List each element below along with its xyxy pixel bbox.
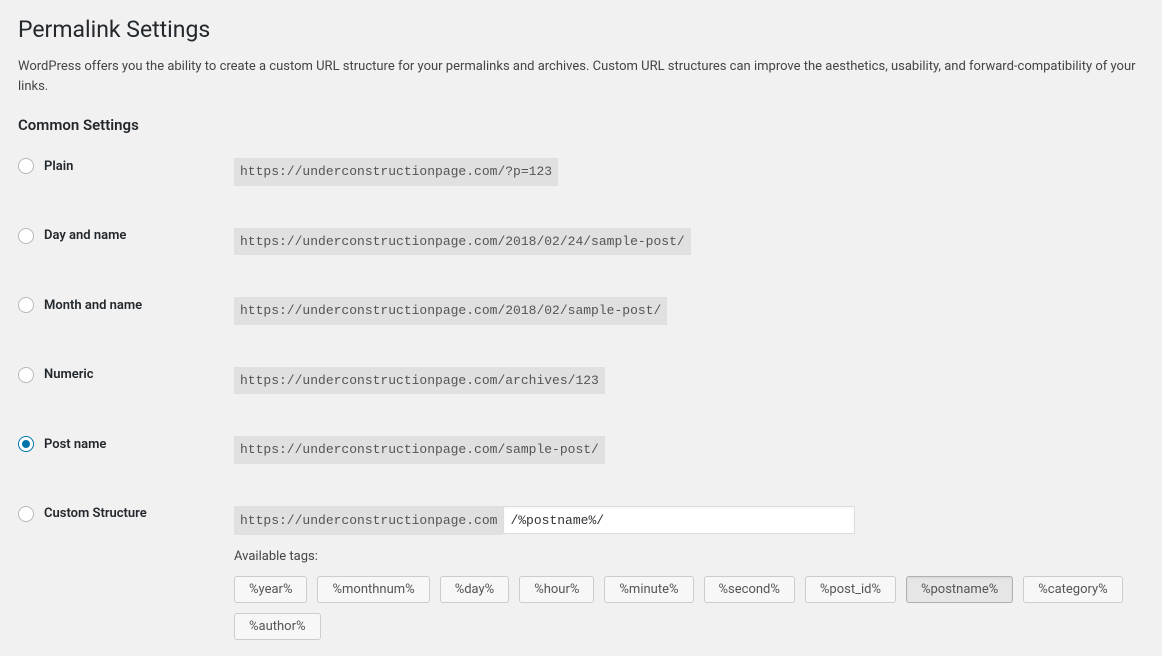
tag-button-author[interactable]: %author%: [234, 613, 321, 640]
tag-button-monthnum[interactable]: %monthnum%: [317, 576, 429, 603]
label-numeric[interactable]: Numeric: [44, 367, 94, 382]
tag-button-post_id[interactable]: %post_id%: [805, 576, 896, 603]
page-title: Permalink Settings: [18, 16, 1144, 43]
radio-post-name[interactable]: [18, 436, 34, 452]
option-post-name-value: https://underconstructionpage.com/sample…: [234, 436, 1144, 464]
tag-buttons: %year% %monthnum% %day% %hour% %minute% %seco…: [234, 576, 1144, 640]
radio-day-name[interactable]: [18, 228, 34, 244]
custom-structure-input[interactable]: [503, 506, 855, 534]
option-month-name-label-cell: Month and name: [18, 297, 234, 313]
tag-button-hour[interactable]: %hour%: [519, 576, 594, 603]
option-post-name: Post name https://underconstructionpage.…: [18, 436, 1144, 464]
common-settings-heading: Common Settings: [18, 116, 1144, 134]
example-post-name: https://underconstructionpage.com/sample…: [234, 436, 605, 464]
option-numeric-value: https://underconstructionpage.com/archiv…: [234, 367, 1144, 395]
radio-custom[interactable]: [18, 506, 34, 522]
option-numeric-label-cell: Numeric: [18, 367, 234, 383]
example-numeric: https://underconstructionpage.com/archiv…: [234, 367, 605, 395]
radio-month-name[interactable]: [18, 297, 34, 313]
option-custom-value: https://underconstructionpage.com Availa…: [234, 506, 1144, 641]
tag-button-category[interactable]: %category%: [1023, 576, 1122, 603]
option-day-name-label-cell: Day and name: [18, 228, 234, 244]
label-day-name[interactable]: Day and name: [44, 228, 126, 243]
option-plain: Plain https://underconstructionpage.com/…: [18, 158, 1144, 186]
example-plain: https://underconstructionpage.com/?p=123: [234, 158, 558, 186]
option-day-name-value: https://underconstructionpage.com/2018/0…: [234, 228, 1144, 256]
option-custom-label-cell: Custom Structure: [18, 506, 234, 522]
tag-button-day[interactable]: %day%: [440, 576, 510, 603]
tag-button-year[interactable]: %year%: [234, 576, 307, 603]
label-post-name[interactable]: Post name: [44, 437, 106, 452]
custom-base-url: https://underconstructionpage.com: [234, 506, 503, 536]
custom-structure-row: https://underconstructionpage.com: [234, 506, 1144, 536]
label-custom[interactable]: Custom Structure: [44, 506, 147, 521]
option-day-name: Day and name https://underconstructionpa…: [18, 228, 1144, 256]
label-month-name[interactable]: Month and name: [44, 298, 142, 313]
tag-button-postname[interactable]: %postname%: [906, 576, 1013, 603]
option-post-name-label-cell: Post name: [18, 436, 234, 452]
tag-button-minute[interactable]: %minute%: [604, 576, 693, 603]
label-plain[interactable]: Plain: [44, 159, 73, 174]
example-day-name: https://underconstructionpage.com/2018/0…: [234, 228, 691, 256]
permalink-options: Plain https://underconstructionpage.com/…: [18, 158, 1144, 640]
available-tags-label: Available tags:: [234, 549, 1144, 564]
option-plain-label-cell: Plain: [18, 158, 234, 174]
option-month-name: Month and name https://underconstruction…: [18, 297, 1144, 325]
tag-button-second[interactable]: %second%: [704, 576, 795, 603]
option-numeric: Numeric https://underconstructionpage.co…: [18, 367, 1144, 395]
page-description: WordPress offers you the ability to crea…: [18, 57, 1144, 96]
example-month-name: https://underconstructionpage.com/2018/0…: [234, 297, 667, 325]
option-month-name-value: https://underconstructionpage.com/2018/0…: [234, 297, 1144, 325]
option-plain-value: https://underconstructionpage.com/?p=123: [234, 158, 1144, 186]
radio-plain[interactable]: [18, 158, 34, 174]
radio-numeric[interactable]: [18, 367, 34, 383]
option-custom: Custom Structure https://underconstructi…: [18, 506, 1144, 641]
